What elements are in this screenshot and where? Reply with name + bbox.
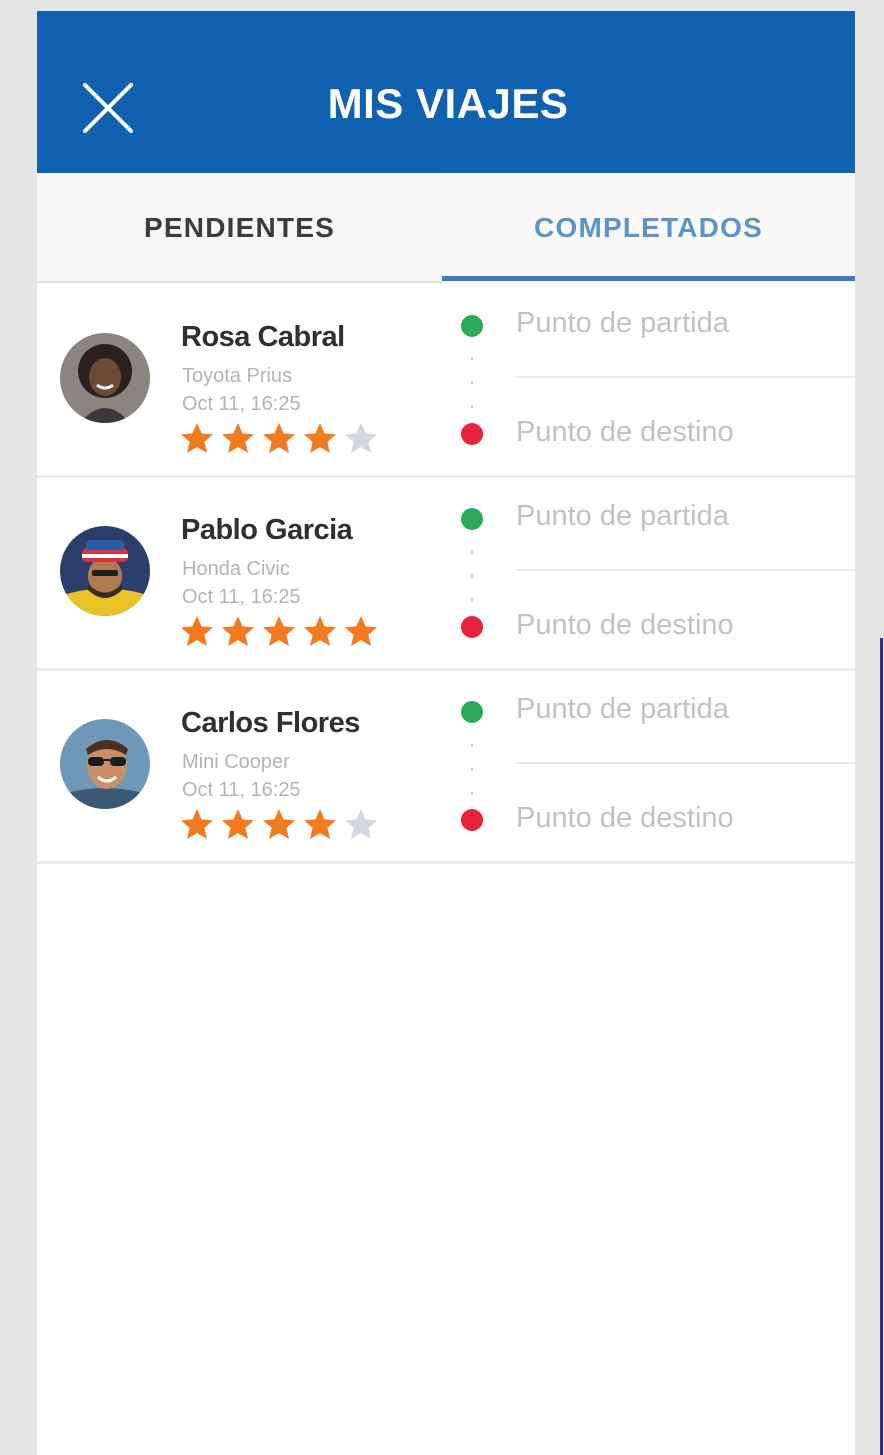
avatar [60, 719, 150, 809]
star-filled-icon [181, 616, 213, 646]
trip-date: Oct 11, 16:25 [182, 393, 301, 415]
app-header: MIS VIAJES [37, 11, 855, 173]
route-connector [471, 733, 473, 803]
end-point-label: Punto de destino [516, 416, 734, 448]
end-point-label: Punto de destino [516, 802, 734, 834]
driver-name: Carlos Flores [181, 707, 360, 739]
star-empty-icon [345, 423, 377, 453]
route-divider [516, 376, 855, 378]
start-point-icon [461, 701, 483, 723]
route-divider [516, 762, 855, 764]
right-edge-accent [880, 638, 883, 1455]
avatar-photo [60, 719, 150, 809]
trip-item[interactable]: Pablo Garcia Honda Civic Oct 11, 16:25 P… [37, 478, 855, 671]
start-point-icon [461, 508, 483, 530]
avatar [60, 526, 150, 616]
rating-stars [179, 807, 379, 841]
star-filled-icon [263, 616, 295, 646]
trip-item[interactable]: Carlos Flores Mini Cooper Oct 11, 16:25 … [37, 671, 855, 864]
end-point-label: Punto de destino [516, 609, 734, 641]
start-point-label: Punto de partida [516, 307, 729, 339]
active-tab-indicator [442, 276, 855, 281]
rating-stars [179, 614, 379, 648]
avatar-photo [60, 526, 150, 616]
star-filled-icon [222, 809, 254, 839]
tab-completados[interactable]: COMPLETADOS [442, 173, 855, 283]
star-filled-icon [181, 809, 213, 839]
star-filled-icon [263, 809, 295, 839]
trip-list: Rosa Cabral Toyota Prius Oct 11, 16:25 P… [37, 285, 855, 864]
star-empty-icon [345, 809, 377, 839]
route: Punto de partida Punto de destino [457, 671, 855, 864]
car-model: Toyota Prius [182, 365, 293, 387]
end-point-icon [461, 423, 483, 445]
trip-item[interactable]: Rosa Cabral Toyota Prius Oct 11, 16:25 P… [37, 285, 855, 478]
star-filled-icon [345, 616, 377, 646]
star-filled-icon [222, 423, 254, 453]
trip-date: Oct 11, 16:25 [182, 586, 301, 608]
star-filled-icon [181, 423, 213, 453]
route: Punto de partida Punto de destino [457, 285, 855, 478]
page-title: MIS VIAJES [327, 80, 569, 127]
driver-name: Pablo Garcia [181, 514, 353, 546]
star-filled-icon [222, 616, 254, 646]
driver-name: Rosa Cabral [181, 321, 345, 353]
rating-stars [179, 421, 379, 455]
car-model: Honda Civic [182, 558, 290, 580]
route-divider [516, 569, 855, 571]
end-point-icon [461, 616, 483, 638]
start-point-label: Punto de partida [516, 500, 729, 532]
avatar [60, 333, 150, 423]
trip-tabs: PENDIENTES COMPLETADOS [37, 173, 855, 283]
car-model: Mini Cooper [182, 751, 290, 773]
route: Punto de partida Punto de destino [457, 478, 855, 671]
route-connector [471, 347, 473, 417]
star-filled-icon [304, 616, 336, 646]
star-filled-icon [263, 423, 295, 453]
tab-pendientes[interactable]: PENDIENTES [37, 173, 442, 283]
start-point-icon [461, 315, 483, 337]
trip-date: Oct 11, 16:25 [182, 779, 301, 801]
app-screen: MIS VIAJES PENDIENTES COMPLETADOS Rosa C… [37, 11, 855, 1455]
star-filled-icon [304, 423, 336, 453]
avatar-photo [60, 333, 150, 423]
start-point-label: Punto de partida [516, 693, 729, 725]
end-point-icon [461, 809, 483, 831]
route-connector [471, 540, 473, 610]
star-filled-icon [304, 809, 336, 839]
